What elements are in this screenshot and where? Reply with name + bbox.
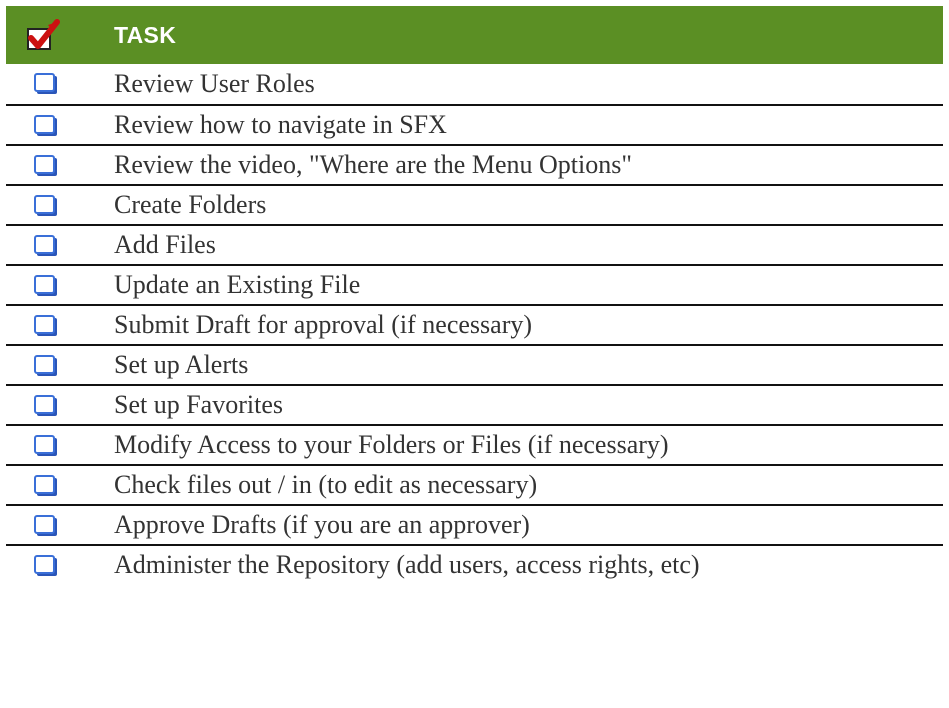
task-label: Administer the Repository (add users, ac… (114, 550, 700, 579)
task-checkbox[interactable] (6, 346, 114, 384)
unchecked-checkbox-icon (34, 435, 57, 456)
task-checkbox[interactable] (6, 146, 114, 184)
unchecked-checkbox-icon (34, 555, 57, 576)
task-checkbox[interactable] (6, 306, 114, 344)
task-checkbox[interactable] (6, 266, 114, 304)
task-row: Modify Access to your Folders or Files (… (6, 424, 943, 464)
checklist-header: TASK (6, 6, 943, 64)
task-row: Approve Drafts (if you are an approver) (6, 504, 943, 544)
task-row: Set up Alerts (6, 344, 943, 384)
header-icon-cell (6, 6, 114, 64)
task-label: Update an Existing File (114, 270, 361, 299)
task-label: Modify Access to your Folders or Files (… (114, 430, 669, 459)
task-label: Review the video, "Where are the Menu Op… (114, 150, 632, 179)
task-checkbox[interactable] (6, 226, 114, 264)
task-label: Submit Draft for approval (if necessary) (114, 310, 533, 339)
task-row: Review how to navigate in SFX (6, 104, 943, 144)
task-label: Check files out / in (to edit as necessa… (114, 470, 538, 499)
task-checkbox[interactable] (6, 386, 114, 424)
task-checkbox[interactable] (6, 546, 114, 584)
task-row: Set up Favorites (6, 384, 943, 424)
unchecked-checkbox-icon (34, 475, 57, 496)
task-row: Administer the Repository (add users, ac… (6, 544, 943, 584)
task-row: Review User Roles (6, 64, 943, 104)
task-row: Check files out / in (to edit as necessa… (6, 464, 943, 504)
task-checklist: TASK Review User Roles Review how to navi… (6, 6, 943, 584)
header-task-label: TASK (114, 21, 177, 48)
task-row: Review the video, "Where are the Menu Op… (6, 144, 943, 184)
unchecked-checkbox-icon (34, 355, 57, 376)
unchecked-checkbox-icon (34, 235, 57, 256)
unchecked-checkbox-icon (34, 155, 57, 176)
task-row: Create Folders (6, 184, 943, 224)
unchecked-checkbox-icon (34, 115, 57, 136)
task-label: Set up Favorites (114, 390, 283, 419)
task-checkbox[interactable] (6, 506, 114, 544)
task-label: Create Folders (114, 190, 267, 219)
task-checkbox[interactable] (6, 186, 114, 224)
task-label: Review how to navigate in SFX (114, 110, 447, 139)
unchecked-checkbox-icon (34, 315, 57, 336)
unchecked-checkbox-icon (34, 73, 57, 94)
unchecked-checkbox-icon (34, 275, 57, 296)
task-row: Submit Draft for approval (if necessary) (6, 304, 943, 344)
task-rows: Review User Roles Review how to navigate … (6, 64, 943, 584)
task-checkbox[interactable] (6, 106, 114, 144)
task-label: Add Files (114, 230, 216, 259)
task-checkbox[interactable] (6, 64, 114, 104)
task-row: Add Files (6, 224, 943, 264)
task-row: Update an Existing File (6, 264, 943, 304)
task-checkbox[interactable] (6, 466, 114, 504)
checked-box-icon (27, 19, 60, 50)
unchecked-checkbox-icon (34, 395, 57, 416)
task-checkbox[interactable] (6, 426, 114, 464)
task-label: Set up Alerts (114, 350, 249, 379)
unchecked-checkbox-icon (34, 195, 57, 216)
task-label: Review User Roles (114, 69, 315, 98)
task-label: Approve Drafts (if you are an approver) (114, 510, 530, 539)
unchecked-checkbox-icon (34, 515, 57, 536)
